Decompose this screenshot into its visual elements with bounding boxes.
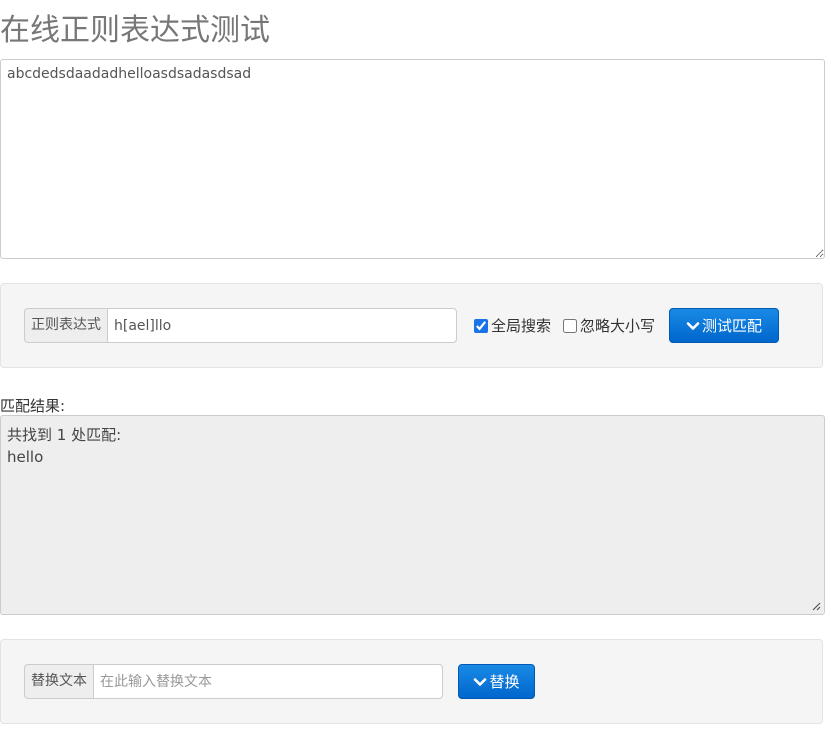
result-label: 匹配结果: [0,397,66,415]
replace-button[interactable]: 替换 [458,664,535,699]
replace-panel: 替换文本 替换 [0,639,823,724]
regex-pattern-input[interactable] [107,308,457,343]
regex-panel: 正则表达式 全局搜索 忽略大小写 测试匹配 [0,283,823,368]
regex-addon-label: 正则表达式 [24,308,107,343]
global-search-checkbox[interactable] [474,318,488,333]
test-match-button[interactable]: 测试匹配 [669,308,779,343]
result-output[interactable]: 共找到 1 处匹配: hello [0,415,825,615]
replace-input-group: 替换文本 [24,664,443,699]
global-search-option[interactable]: 全局搜索 [474,308,551,343]
chevron-down-icon [474,677,487,686]
result-summary: 共找到 1 处匹配: [7,426,122,444]
ignore-case-option[interactable]: 忽略大小写 [563,308,655,343]
replace-button-label: 替换 [489,673,520,691]
source-text-area[interactable]: abcdedsdaadadhelloasdsadasdsad [0,59,825,259]
test-match-button-label: 测试匹配 [701,317,762,335]
chevron-down-icon [686,321,700,330]
replace-text-input[interactable] [93,664,443,699]
regex-input-group: 正则表达式 [24,308,457,343]
resize-grip-icon[interactable] [811,601,821,611]
global-search-label: 全局搜索 [491,317,552,335]
ignore-case-checkbox[interactable] [563,318,577,333]
result-match-item: hello [7,448,44,466]
replace-addon-label: 替换文本 [24,664,93,699]
ignore-case-label: 忽略大小写 [580,317,656,335]
page-title: 在线正则表达式测试 [0,13,270,48]
